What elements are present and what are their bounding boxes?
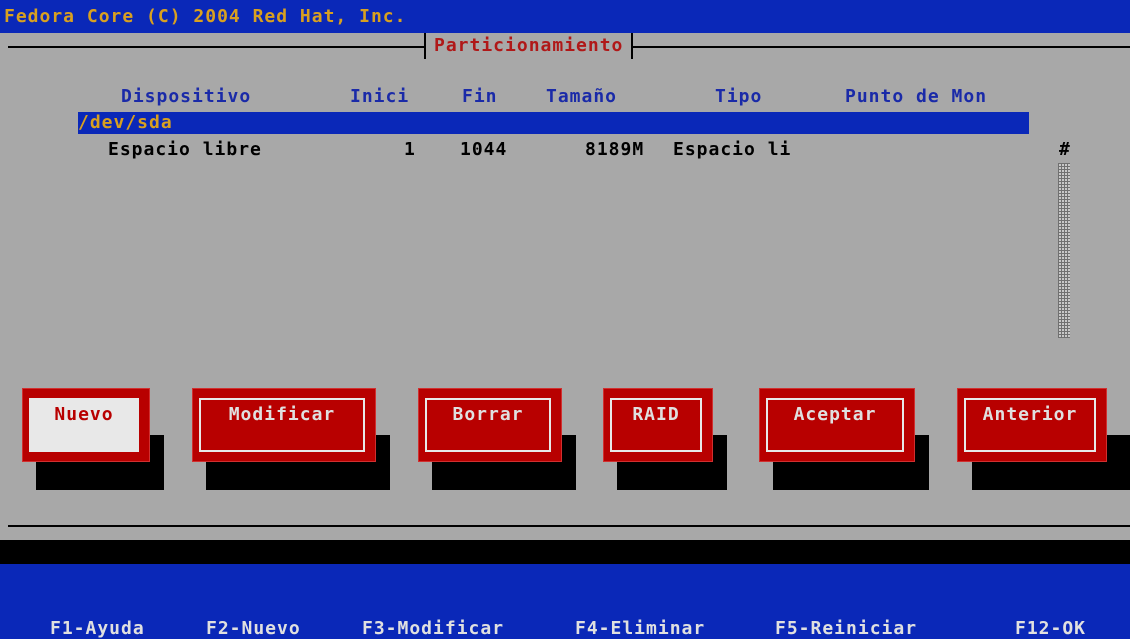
fkey-ok: F12-OK xyxy=(1015,618,1087,639)
anterior-button-label: Anterior xyxy=(964,398,1096,452)
partitioning-window: Particionamiento Dispositivo Inici Fin T… xyxy=(0,33,1130,540)
nuevo-button[interactable]: Nuevo xyxy=(22,388,150,462)
cell-device: Espacio libre xyxy=(108,139,262,160)
column-header-device: Dispositivo xyxy=(121,86,252,107)
borrar-button-label: Borrar xyxy=(425,398,551,452)
scrollbar-track[interactable] xyxy=(1058,163,1070,338)
fkey-modify: F3-Modificar xyxy=(362,618,505,639)
cell-type: Espacio li xyxy=(673,139,792,160)
column-header-start: Inici xyxy=(350,86,410,107)
fkey-new: F2-Nuevo xyxy=(206,618,301,639)
modificar-button-label: Modificar xyxy=(199,398,365,452)
column-header-mount-point: Punto de Mon xyxy=(845,86,988,107)
window-title: Particionamiento xyxy=(424,33,634,59)
fkey-reset: F5-Reiniciar xyxy=(775,618,918,639)
modificar-button[interactable]: Modificar xyxy=(192,388,376,462)
aceptar-button-label: Aceptar xyxy=(766,398,904,452)
cell-end: 1044 xyxy=(460,139,508,160)
scrollbar-position-marker: # xyxy=(1059,139,1070,160)
borrar-button[interactable]: Borrar xyxy=(418,388,562,462)
raid-button-label: RAID xyxy=(610,398,702,452)
column-header-end: Fin xyxy=(462,86,498,107)
cell-size: 8189M xyxy=(585,139,645,160)
column-header-size: Tamaño xyxy=(546,86,618,107)
drive-row-sda[interactable]: /dev/sda xyxy=(78,112,1029,134)
nuevo-button-label: Nuevo xyxy=(29,398,139,452)
window-frame-bottom xyxy=(8,525,1130,527)
aceptar-button[interactable]: Aceptar xyxy=(759,388,915,462)
fkey-help: F1-Ayuda xyxy=(50,618,145,639)
status-bar-shadow xyxy=(0,540,1130,564)
fkey-delete: F4-Eliminar xyxy=(575,618,706,639)
raid-button[interactable]: RAID xyxy=(603,388,713,462)
cell-start: 1 xyxy=(404,139,416,160)
app-header: Fedora Core (C) 2004 Red Hat, Inc. xyxy=(0,0,1130,33)
column-header-type: Tipo xyxy=(715,86,763,107)
anterior-button[interactable]: Anterior xyxy=(957,388,1107,462)
